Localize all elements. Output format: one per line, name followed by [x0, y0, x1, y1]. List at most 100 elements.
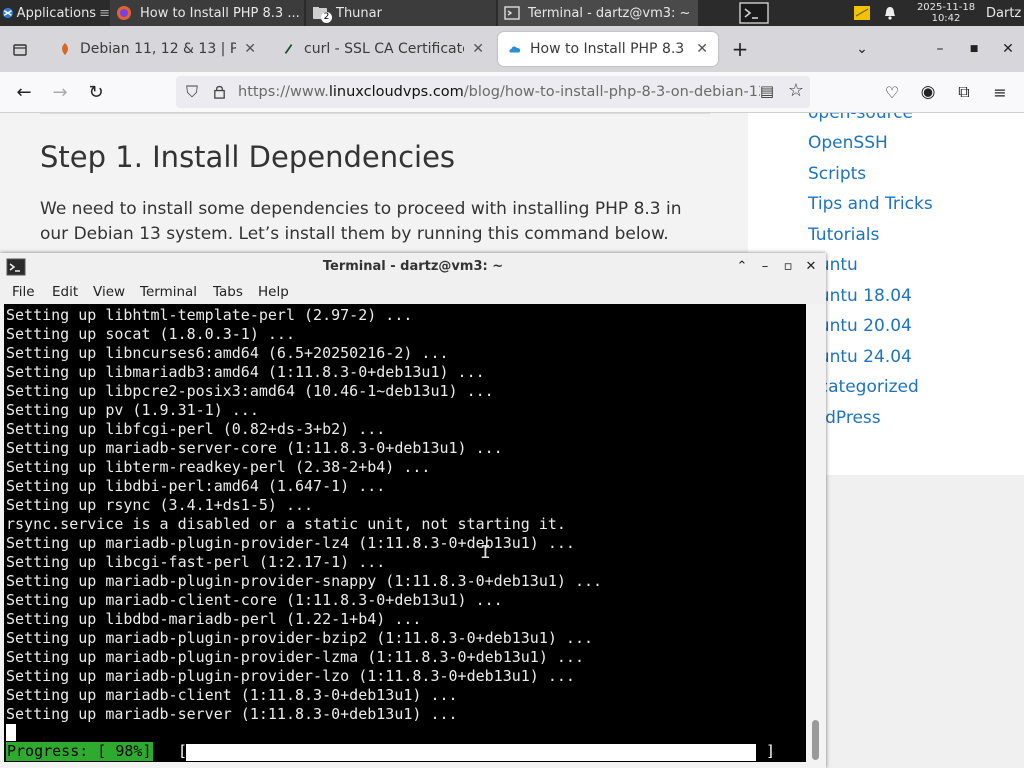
shield-icon: ⛉: [186, 82, 199, 101]
user-name: Dartz: [986, 5, 1022, 21]
sidebar-link[interactable]: Scripts: [808, 164, 866, 184]
terminal-line: Setting up mariadb-plugin-provider-bzip2…: [6, 629, 593, 647]
pocket-button[interactable]: ♡: [880, 80, 904, 104]
pocket-icon: ♡: [884, 82, 900, 102]
taskbar-label: How to Install PHP 8.3 ...: [140, 5, 300, 21]
close-window-button[interactable]: ✕: [996, 37, 1020, 61]
account-icon: ◉: [920, 82, 936, 102]
firefox-icon: [117, 6, 131, 20]
clock[interactable]: 2025-11-18 10:42: [910, 0, 982, 26]
tab-close-icon[interactable]: ✕: [696, 41, 708, 57]
tab-favicon-curl-icon: [284, 44, 293, 54]
window-count-badge: 2: [321, 12, 332, 23]
url-bar[interactable]: ⛉ https://www. linuxcloudvps.com/blog/how…: [176, 76, 810, 108]
account-button[interactable]: ◉: [916, 80, 940, 104]
sidebar-link[interactable]: Tutorials: [808, 225, 879, 245]
terminal-line: Setting up mariadb-client-core (1:11.8.3…: [6, 591, 503, 609]
terminal-maximize-button[interactable]: ▫: [779, 257, 797, 275]
terminal-window[interactable]: Terminal - dartz@vm3: ~ ⌃ – ▫ ✕ File Edi…: [0, 253, 826, 768]
minimize-icon: –: [761, 258, 769, 274]
notes-icon: [854, 6, 870, 20]
terminal-line: rsync.service is a disabled or a static …: [6, 515, 566, 533]
new-tab-button[interactable]: +: [728, 37, 752, 61]
terminal-titlebar[interactable]: Terminal - dartz@vm3: ~ ⌃ – ▫ ✕: [0, 253, 826, 280]
menu-terminal[interactable]: Terminal: [140, 284, 197, 300]
reload-button[interactable]: ↻: [84, 80, 108, 104]
firefox-view-icon: [13, 44, 27, 56]
bell-icon: [885, 7, 895, 20]
terminal-line: Setting up rsync (3.4.1+ds1-5) ...: [6, 496, 314, 514]
terminal-shade-button[interactable]: ⌃: [733, 257, 751, 275]
close-icon: ✕: [1002, 41, 1014, 57]
terminal-close-button[interactable]: ✕: [802, 257, 820, 275]
bookmark-star-icon[interactable]: ☆: [787, 80, 804, 101]
maximize-button[interactable]: ■: [962, 37, 986, 61]
menu-edit[interactable]: Edit: [52, 284, 78, 300]
terminal-cursor: [6, 724, 16, 741]
browser-tab[interactable]: Debian 11, 12 & 13 | Pte ✕: [48, 32, 266, 66]
sidebar-link[interactable]: open-source: [808, 113, 913, 123]
terminal-menubar: File Edit View Terminal Tabs Help: [0, 280, 826, 304]
terminal-line: Setting up libhtml-template-perl (2.97-2…: [6, 306, 413, 324]
terminal-launcher-icon: [739, 2, 769, 24]
step-heading: Step 1. Install Dependencies: [40, 140, 456, 174]
extensions-button[interactable]: ⧉: [952, 80, 976, 104]
forward-button[interactable]: →: [48, 80, 72, 104]
reader-view-icon[interactable]: ▤: [759, 82, 774, 100]
tray-terminal-launcher[interactable]: [736, 0, 772, 26]
taskbar-label: Thunar: [336, 5, 382, 21]
menu-file[interactable]: File: [12, 284, 35, 300]
minimize-icon: –: [936, 41, 944, 57]
app-menu-button[interactable]: ≡: [988, 80, 1012, 104]
list-all-tabs-button[interactable]: ⌄: [850, 37, 874, 61]
menu-help[interactable]: Help: [258, 284, 289, 300]
terminal-line: Setting up mariadb-plugin-provider-snapp…: [6, 572, 603, 590]
taskbar-item-thunar[interactable]: 2 Thunar: [306, 0, 496, 26]
terminal-scrollbar[interactable]: [806, 304, 826, 762]
firefox-view-button[interactable]: [8, 37, 32, 61]
menu-view[interactable]: View: [93, 284, 125, 300]
sidebar-link[interactable]: OpenSSH: [808, 133, 888, 153]
arrow-right-icon: →: [52, 81, 68, 103]
taskbar-item-firefox[interactable]: How to Install PHP 8.3 ...: [110, 0, 304, 26]
user-menu[interactable]: Dartz: [986, 0, 1024, 26]
browser-tab-active[interactable]: How to Install PHP 8.3 o ✕: [498, 32, 718, 66]
tab-close-icon[interactable]: ✕: [244, 41, 256, 57]
progress-bracket-close: ]: [766, 742, 776, 760]
lock-icon: [214, 85, 225, 99]
menu-tabs[interactable]: Tabs: [213, 284, 243, 300]
terminal-minimize-button[interactable]: –: [756, 257, 774, 275]
terminal-title: Terminal - dartz@vm3: ~: [322, 259, 504, 274]
applications-menu[interactable]: Applications ≡: [0, 0, 110, 26]
tab-title: Debian 11, 12 & 13 | Pte: [80, 41, 237, 57]
sidebar-link[interactable]: Tips and Tricks: [808, 194, 933, 214]
chevron-up-icon: ⌃: [736, 258, 748, 274]
puzzle-icon: ⧉: [958, 82, 970, 101]
terminal-line: Setting up mariadb-server (1:11.8.3-0+de…: [6, 705, 458, 723]
tab-title: How to Install PHP 8.3 o: [530, 41, 689, 57]
tray-notifications[interactable]: [880, 0, 900, 26]
terminal-lines: Setting up libhtml-template-perl (2.97-2…: [6, 306, 602, 724]
menu-separator-icon: ≡: [99, 5, 110, 21]
scrollbar-thumb[interactable]: [812, 720, 819, 760]
progress-label: Progress: [ 98%]: [6, 742, 153, 761]
clock-time: 10:42: [931, 13, 961, 24]
tab-close-icon[interactable]: ✕: [472, 41, 484, 57]
terminal-output[interactable]: Setting up libhtml-template-perl (2.97-2…: [4, 304, 806, 762]
tray-notes[interactable]: [852, 0, 872, 26]
minimize-button[interactable]: –: [928, 37, 952, 61]
terminal-line: Setting up libmariadb3:amd64 (1:11.8.3-0…: [6, 363, 485, 381]
terminal-line: Setting up libdbi-perl:amd64 (1.647-1) .…: [6, 477, 386, 495]
url-prefix: https://www.: [238, 84, 329, 100]
browser-tab[interactable]: curl - SSL CA Certificates ✕: [272, 32, 494, 66]
taskbar-item-terminal[interactable]: Terminal - dartz@vm3: ~: [498, 0, 698, 26]
browser-tab-strip: Debian 11, 12 & 13 | Pte ✕ curl - SSL CA…: [0, 26, 1024, 72]
text-cursor-icon: I: [480, 542, 491, 563]
desktop-panel: Applications ≡ How to Install PHP 8.3 ..…: [0, 0, 1024, 26]
maximize-icon: ▫: [783, 258, 793, 274]
terminal-line: Setting up mariadb-plugin-provider-lz4 (…: [6, 534, 575, 552]
close-icon: ✕: [805, 258, 817, 274]
terminal-line: Setting up mariadb-plugin-provider-lzma …: [6, 648, 584, 666]
back-button[interactable]: ←: [12, 80, 36, 104]
step-paragraph: We need to install some dependencies to …: [40, 199, 682, 244]
